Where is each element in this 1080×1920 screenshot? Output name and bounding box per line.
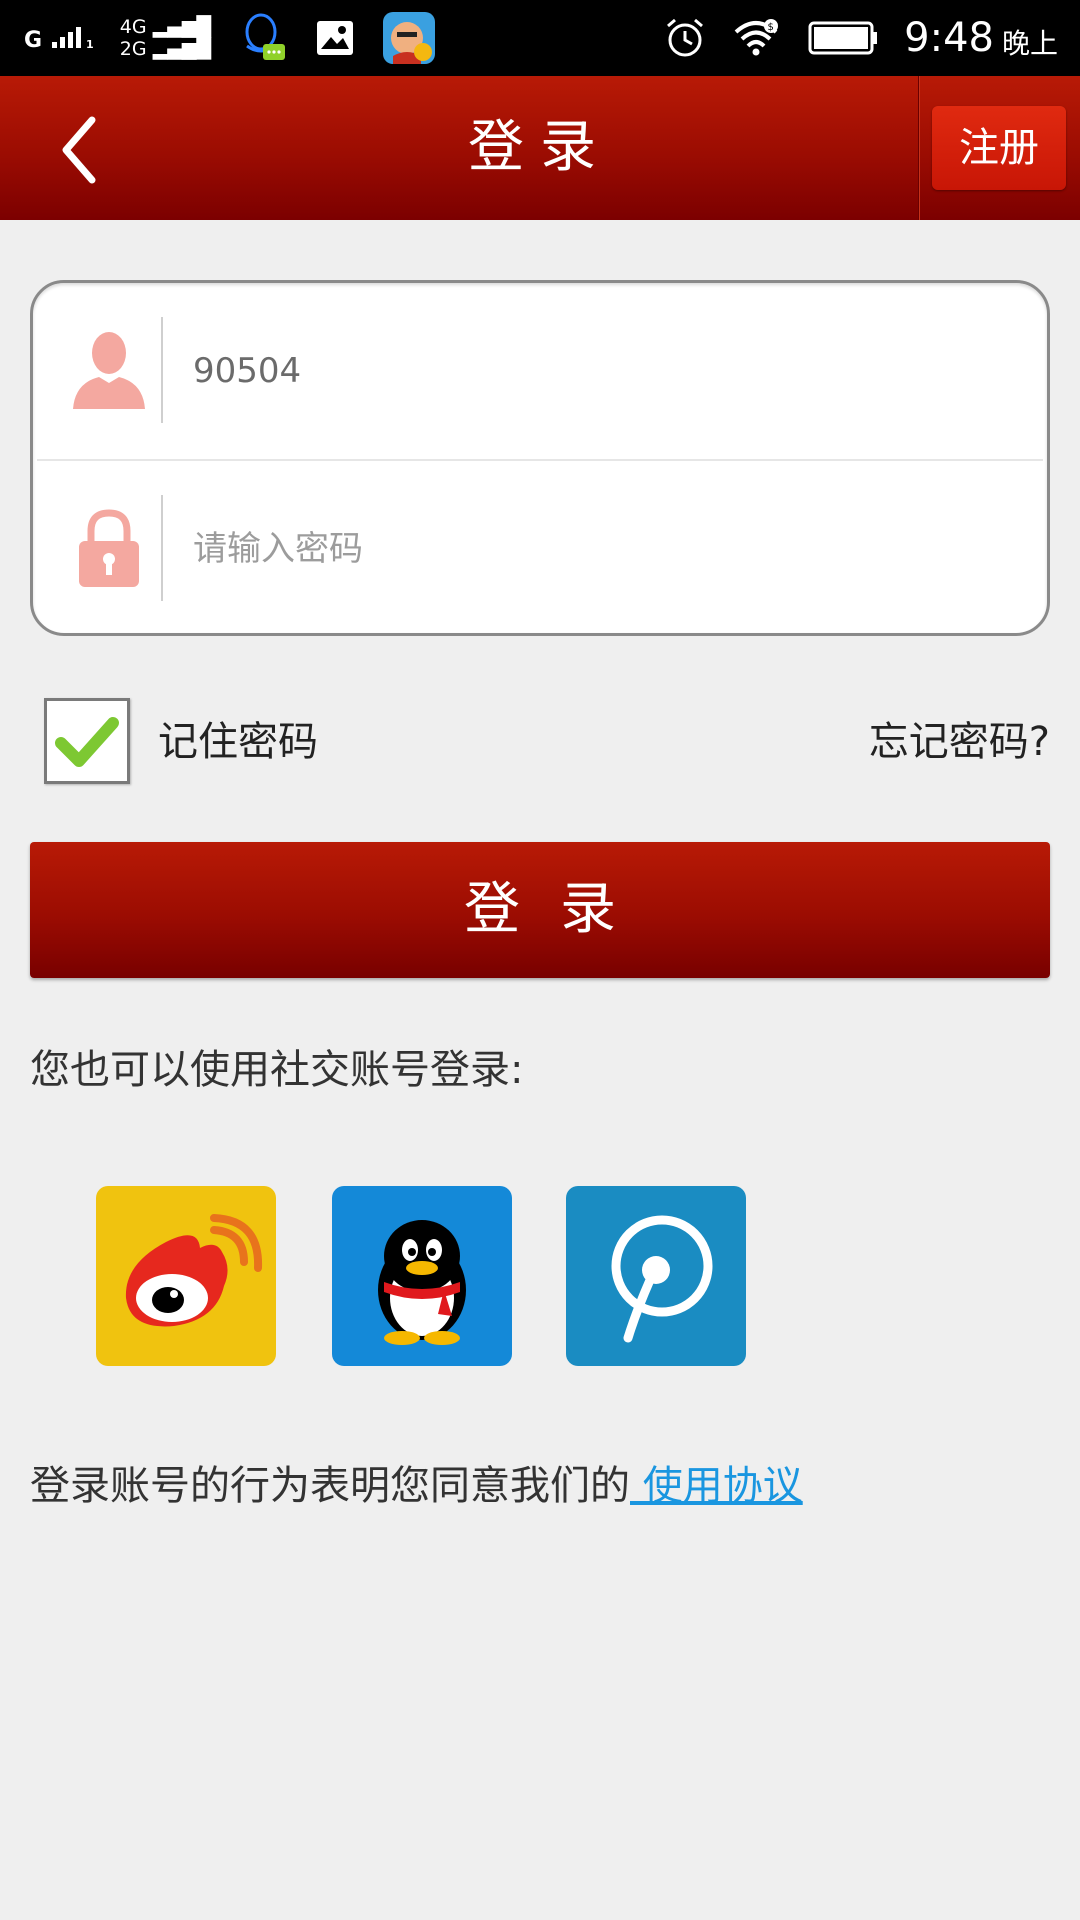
weibo-login-button[interactable] xyxy=(96,1186,276,1366)
gallery-icon xyxy=(315,19,355,57)
header-divider xyxy=(918,76,920,220)
signal-strength-1: G 1 xyxy=(24,27,94,53)
qq-penguin-icon xyxy=(378,1220,466,1345)
wifi-icon: $ xyxy=(734,18,780,58)
checkmark-icon xyxy=(55,717,119,767)
agreement-text: 登录账号的行为表明您同意我们的 使用协议 xyxy=(30,1456,803,1516)
clock-ampm: 晚上 xyxy=(1001,27,1058,60)
username-input[interactable]: 90504 xyxy=(193,283,301,459)
qq-notification-icon xyxy=(239,12,287,64)
forgot-password-link[interactable]: 忘记密码? xyxy=(869,712,1050,772)
password-input[interactable]: 请输入密码 xyxy=(193,461,363,637)
lock-icon xyxy=(69,505,149,591)
app-header: 登录 注册 xyxy=(0,76,1080,220)
register-button[interactable]: 注册 xyxy=(932,106,1066,190)
svg-text:$: $ xyxy=(768,22,774,33)
login-form-card: 90504 请输入密码 xyxy=(30,280,1050,636)
username-row[interactable]: 90504 xyxy=(33,283,1047,459)
terms-of-use-link[interactable]: 使用协议 xyxy=(630,1463,803,1509)
remember-password-label[interactable]: 记住密码 xyxy=(158,712,318,772)
status-bar: G 1 4G ▂▄▆█ 2G ▂▄▆█ $ 9:48 晚上 xyxy=(0,0,1080,76)
qq-login-button[interactable] xyxy=(332,1186,512,1366)
signal-strength-2: 4G ▂▄▆█ 2G ▂▄▆█ xyxy=(119,16,212,60)
svg-text:1: 1 xyxy=(86,38,94,50)
p-logo-icon xyxy=(611,1215,713,1343)
field-divider xyxy=(161,495,163,601)
social-login-hint: 您也可以使用社交账号登录: xyxy=(30,1047,524,1093)
alarm-icon xyxy=(664,17,706,59)
password-row[interactable]: 请输入密码 xyxy=(33,461,1047,637)
remember-password-checkbox[interactable] xyxy=(44,698,130,784)
clock-time: 9:48 xyxy=(904,15,994,61)
battery-icon xyxy=(808,21,878,55)
agreement-statement: 登录账号的行为表明您同意我们的 xyxy=(30,1463,630,1509)
user-icon xyxy=(69,327,149,413)
weibo-icon xyxy=(125,1214,263,1327)
p-login-button[interactable] xyxy=(566,1186,746,1366)
login-button[interactable]: 登录 xyxy=(30,842,1050,978)
field-divider xyxy=(161,317,163,423)
game-app-icon xyxy=(383,12,436,64)
